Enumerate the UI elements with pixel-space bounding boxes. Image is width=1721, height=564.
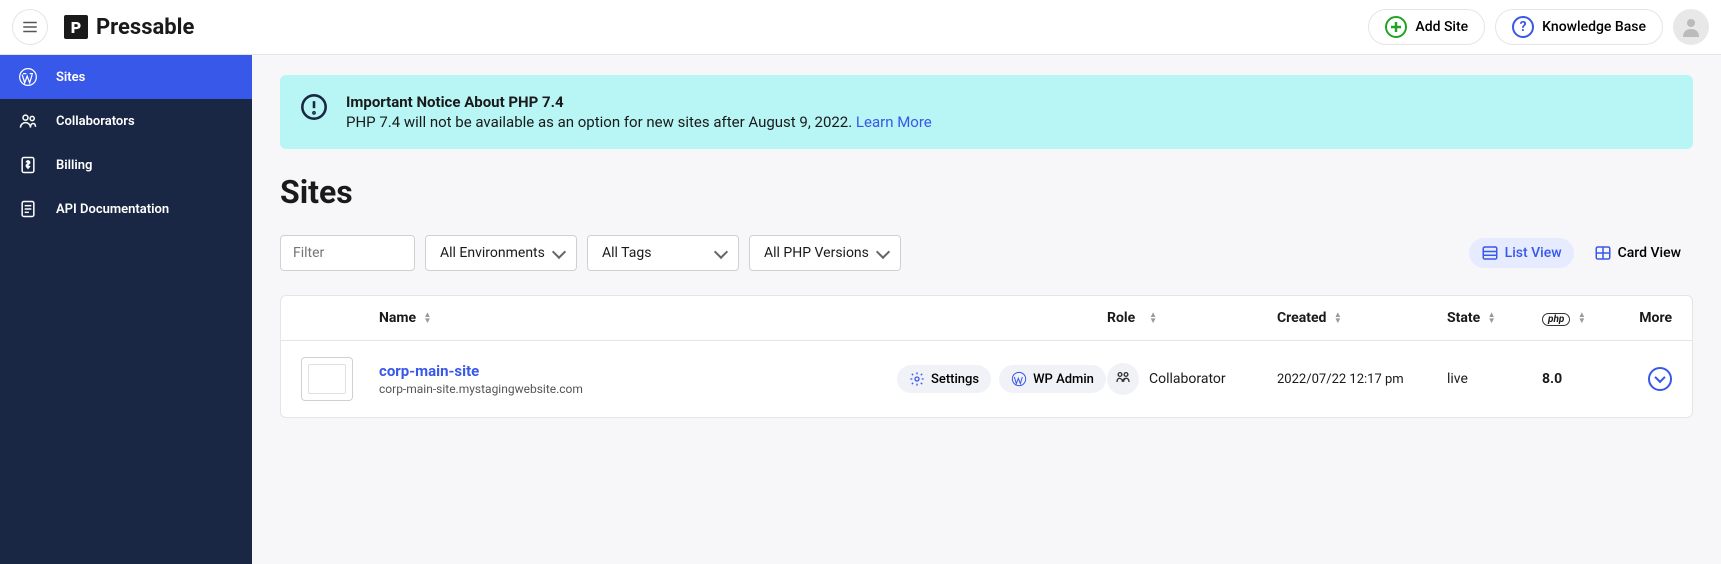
- list-icon: [1481, 244, 1499, 262]
- created-header-label: Created: [1277, 310, 1326, 326]
- sidebar-item-label: Collaborators: [56, 114, 135, 129]
- role-cell: Collaborator: [1107, 363, 1277, 395]
- sort-icon: ▲▼: [1488, 312, 1496, 324]
- filters-left: All Environments All Tags All PHP Versio…: [280, 235, 901, 271]
- more-button[interactable]: [1648, 367, 1672, 391]
- billing-icon: [18, 155, 38, 175]
- php-cell: 8.0: [1542, 371, 1632, 387]
- site-thumbnail-cell: [301, 357, 379, 401]
- knowledge-base-label: Knowledge Base: [1542, 19, 1646, 35]
- state-header-label: State: [1447, 310, 1480, 326]
- wp-admin-button[interactable]: WP Admin: [999, 365, 1106, 393]
- main-content: Important Notice About PHP 7.4 PHP 7.4 w…: [252, 55, 1721, 564]
- document-icon: [18, 199, 38, 219]
- environment-select-value: All Environments: [440, 245, 545, 261]
- help-icon: ?: [1512, 16, 1534, 38]
- role-header-label: Role: [1107, 310, 1135, 326]
- col-more-header: More: [1632, 310, 1672, 326]
- filters-row: All Environments All Tags All PHP Versio…: [280, 235, 1693, 271]
- card-view-button[interactable]: Card View: [1582, 238, 1693, 268]
- page-title: Sites: [280, 173, 1693, 211]
- sidebar-item-collaborators[interactable]: Collaborators: [0, 99, 252, 143]
- sidebar: Sites Collaborators Billing API Document…: [0, 55, 252, 564]
- sidebar-item-api[interactable]: API Documentation: [0, 187, 252, 231]
- role-label: Collaborator: [1149, 371, 1226, 387]
- sort-icon: ▲▼: [424, 312, 432, 324]
- hamburger-button[interactable]: [12, 9, 48, 45]
- list-view-button[interactable]: List View: [1469, 238, 1574, 268]
- settings-button[interactable]: Settings: [897, 365, 991, 393]
- notice-banner: Important Notice About PHP 7.4 PHP 7.4 w…: [280, 75, 1693, 149]
- gear-icon: [909, 371, 925, 387]
- sort-icon: ▲▼: [1149, 312, 1157, 324]
- col-created-header[interactable]: Created ▲▼: [1277, 310, 1447, 326]
- sidebar-item-sites[interactable]: Sites: [0, 55, 252, 99]
- avatar-icon: [1679, 15, 1703, 39]
- settings-label: Settings: [931, 372, 979, 387]
- sites-table: Name ▲▼ Role ▲▼ Created ▲▼ State ▲▼ php: [280, 295, 1693, 418]
- header: P Pressable Add Site ? Knowledge Base: [0, 0, 1721, 55]
- people-icon: [18, 111, 38, 131]
- col-php-header[interactable]: php ▲▼: [1542, 310, 1632, 326]
- sidebar-item-label: Billing: [56, 158, 92, 173]
- created-cell: 2022/07/22 12:17 pm: [1277, 372, 1447, 387]
- view-toggle: List View Card View: [1469, 238, 1693, 268]
- environment-select[interactable]: All Environments: [425, 235, 577, 271]
- add-icon: [1385, 16, 1407, 38]
- more-cell: [1632, 367, 1672, 391]
- col-role-header[interactable]: Role ▲▼: [1107, 310, 1277, 326]
- name-header-label: Name: [379, 310, 416, 326]
- knowledge-base-button[interactable]: ? Knowledge Base: [1495, 9, 1663, 45]
- brand-logo[interactable]: P Pressable: [64, 15, 194, 40]
- notice-text: PHP 7.4 will not be available as an opti…: [346, 113, 856, 131]
- table-row: corp-main-site corp-main-site.mystagingw…: [281, 341, 1692, 417]
- wordpress-icon: [1011, 371, 1027, 387]
- sidebar-item-label: Sites: [56, 70, 85, 85]
- notice-title: Important Notice About PHP 7.4: [346, 93, 932, 111]
- sidebar-item-billing[interactable]: Billing: [0, 143, 252, 187]
- col-state-header[interactable]: State ▲▼: [1447, 310, 1542, 326]
- table-header: Name ▲▼ Role ▲▼ Created ▲▼ State ▲▼ php: [281, 296, 1692, 341]
- header-right: Add Site ? Knowledge Base: [1368, 9, 1709, 45]
- php-badge-icon: php: [1542, 313, 1570, 326]
- more-header-label: More: [1639, 310, 1672, 326]
- wp-admin-label: WP Admin: [1033, 372, 1094, 387]
- php-select[interactable]: All PHP Versions: [749, 235, 901, 271]
- add-site-button[interactable]: Add Site: [1368, 9, 1485, 45]
- layout: Sites Collaborators Billing API Document…: [0, 55, 1721, 564]
- avatar[interactable]: [1673, 9, 1709, 45]
- brand-name: Pressable: [96, 15, 194, 40]
- tags-select[interactable]: All Tags: [587, 235, 739, 271]
- card-view-label: Card View: [1618, 245, 1681, 261]
- notice-body: PHP 7.4 will not be available as an opti…: [346, 113, 932, 131]
- php-select-value: All PHP Versions: [764, 245, 869, 261]
- sort-icon: ▲▼: [1334, 312, 1342, 324]
- add-site-label: Add Site: [1415, 19, 1468, 35]
- notice-link[interactable]: Learn More: [856, 113, 932, 131]
- col-name-header[interactable]: Name ▲▼: [379, 310, 897, 326]
- row-actions: Settings WP Admin: [897, 365, 1107, 393]
- sort-icon: ▲▼: [1578, 312, 1586, 324]
- site-name-link[interactable]: corp-main-site: [379, 362, 897, 380]
- sidebar-item-label: API Documentation: [56, 202, 169, 217]
- list-view-label: List View: [1505, 245, 1562, 261]
- notice-content: Important Notice About PHP 7.4 PHP 7.4 w…: [346, 93, 932, 131]
- state-cell: live: [1447, 371, 1542, 387]
- filter-input[interactable]: [280, 235, 415, 271]
- tags-select-value: All Tags: [602, 245, 651, 261]
- alert-icon: [300, 93, 328, 121]
- header-left: P Pressable: [12, 9, 194, 45]
- site-url: corp-main-site.mystagingwebsite.com: [379, 382, 897, 396]
- site-thumbnail[interactable]: [301, 357, 353, 401]
- brand-logo-icon: P: [64, 15, 88, 39]
- card-icon: [1594, 244, 1612, 262]
- collaborator-icon: [1107, 363, 1139, 395]
- wordpress-icon: [18, 67, 38, 87]
- site-name-cell: corp-main-site corp-main-site.mystagingw…: [379, 362, 897, 396]
- hamburger-icon: [21, 18, 39, 36]
